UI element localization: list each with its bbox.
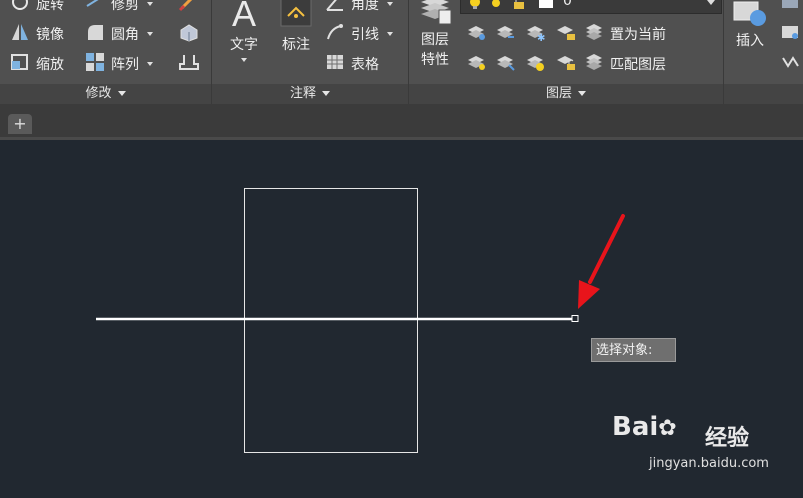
baidu-watermark-url: jingyan.baidu.com xyxy=(649,456,769,471)
chevron-down-icon xyxy=(322,91,330,96)
edit-block-icon[interactable] xyxy=(780,24,802,46)
array-label: 阵列 xyxy=(111,57,139,73)
layer-color-swatch xyxy=(539,0,553,8)
text-label: 文字 xyxy=(230,37,258,53)
insert-block-button[interactable]: 插入 xyxy=(728,0,772,50)
chevron-down-icon xyxy=(578,91,586,96)
fillet-label: 圆角 xyxy=(111,27,139,43)
mirror-icon xyxy=(10,22,30,46)
line-grip-endpoint[interactable] xyxy=(571,315,579,322)
offset-icon[interactable] xyxy=(178,52,200,76)
layer-dropdown[interactable]: 0 xyxy=(460,0,722,14)
paw-icon: ✿ xyxy=(658,416,677,441)
table-icon xyxy=(325,52,345,76)
set-current-icon xyxy=(584,22,604,46)
array-icon xyxy=(85,52,105,76)
annotation-arrow xyxy=(578,214,625,309)
chevron-down-icon xyxy=(241,58,247,62)
drawn-rectangle[interactable] xyxy=(244,188,418,453)
table-label: 表格 xyxy=(351,57,379,73)
rotate-label: 旋转 xyxy=(36,0,64,13)
fillet-button[interactable]: 圆角 xyxy=(85,22,153,46)
select-objects-tooltip: 选择对象: xyxy=(591,338,676,362)
match-layer-button[interactable]: 匹配图层 xyxy=(584,52,666,76)
lock-icon xyxy=(513,0,525,14)
chevron-down-icon xyxy=(117,91,126,96)
block-attribute-icon[interactable] xyxy=(780,54,802,76)
drawing-area[interactable] xyxy=(0,140,803,498)
baidu-watermark-suffix: 经验 xyxy=(705,426,750,451)
dimension-button[interactable]: 标注 xyxy=(276,0,316,54)
layer-lock-icon[interactable] xyxy=(555,24,577,46)
sun-icon xyxy=(489,0,503,14)
plus-icon: + xyxy=(13,114,27,133)
layer-unlock-icon[interactable] xyxy=(555,54,577,76)
explode-icon[interactable] xyxy=(178,22,200,46)
current-layer-name: 0 xyxy=(563,0,572,9)
scale-icon xyxy=(10,52,30,76)
document-tab-bar xyxy=(0,104,803,140)
block-panel-title[interactable]: 块 xyxy=(724,84,803,104)
lightbulb-icon xyxy=(469,0,481,14)
layer-thaw-icon[interactable] xyxy=(525,54,547,76)
chevron-down-icon[interactable] xyxy=(387,2,393,6)
text-icon: A xyxy=(231,0,256,34)
new-tab-button[interactable]: + xyxy=(8,114,32,134)
layers-panel-title[interactable]: 图层 xyxy=(409,84,723,104)
ribbon: 旋转 修剪 镜像 圆角 缩放 阵列 修改 A 文字 标注 角度 引线 表格 注释… xyxy=(0,0,803,104)
annotation-panel-title[interactable]: 注释 xyxy=(212,84,408,104)
text-button[interactable]: A 文字 xyxy=(222,0,266,62)
mirror-label: 镜像 xyxy=(36,27,64,43)
scale-label: 缩放 xyxy=(36,57,64,73)
create-block-icon[interactable] xyxy=(780,0,802,16)
layer-properties-icon xyxy=(414,0,456,26)
trim-icon xyxy=(85,0,105,16)
chevron-down-icon[interactable] xyxy=(147,32,153,36)
chevron-down-icon[interactable] xyxy=(147,62,153,66)
baidu-watermark-logo: Bai✿ xyxy=(612,412,677,442)
dimension-icon xyxy=(276,0,316,30)
trim-label: 修剪 xyxy=(111,0,139,13)
fillet-icon xyxy=(85,22,105,46)
angle-button[interactable]: 角度 xyxy=(325,0,393,16)
drawing-canvas[interactable] xyxy=(0,140,803,498)
array-button[interactable]: 阵列 xyxy=(85,52,153,76)
chevron-down-icon[interactable] xyxy=(147,2,153,6)
angle-icon xyxy=(325,0,345,16)
layer-properties-label: 图层 xyxy=(421,32,449,48)
modify-panel-title[interactable]: 修改 xyxy=(0,84,211,104)
table-button[interactable]: 表格 xyxy=(325,52,379,76)
layer-isolate-icon[interactable] xyxy=(495,24,517,46)
mirror-button[interactable]: 镜像 xyxy=(10,22,64,46)
insert-block-icon xyxy=(728,0,772,30)
leader-icon xyxy=(325,22,345,46)
set-current-button[interactable]: 置为当前 xyxy=(584,22,666,46)
set-current-label: 置为当前 xyxy=(610,27,666,43)
tooltip-text: 选择对象: xyxy=(596,343,653,358)
layer-walk-icon[interactable] xyxy=(495,54,517,76)
angle-label: 角度 xyxy=(351,0,379,13)
match-layer-label: 匹配图层 xyxy=(610,57,666,73)
layer-off-icon[interactable] xyxy=(466,24,488,46)
rotate-button[interactable]: 旋转 xyxy=(10,0,64,16)
chevron-down-icon xyxy=(707,0,715,5)
trim-button[interactable]: 修剪 xyxy=(85,0,153,16)
scale-button[interactable]: 缩放 xyxy=(10,52,64,76)
match-layer-icon xyxy=(584,52,604,76)
layer-on-icon[interactable] xyxy=(466,54,488,76)
layer-freeze-icon[interactable]: ✱ xyxy=(525,24,547,46)
rotate-icon xyxy=(10,0,30,16)
svg-text:✱: ✱ xyxy=(537,33,545,42)
layer-properties-label: 特性 xyxy=(421,52,449,68)
leader-button[interactable]: 引线 xyxy=(325,22,393,46)
layer-properties-button[interactable]: 图层 特性 xyxy=(414,0,456,70)
erase-icon[interactable] xyxy=(178,0,200,16)
insert-block-label: 插入 xyxy=(736,33,764,49)
leader-label: 引线 xyxy=(351,27,379,43)
chevron-down-icon[interactable] xyxy=(387,32,393,36)
dimension-label: 标注 xyxy=(282,37,310,53)
